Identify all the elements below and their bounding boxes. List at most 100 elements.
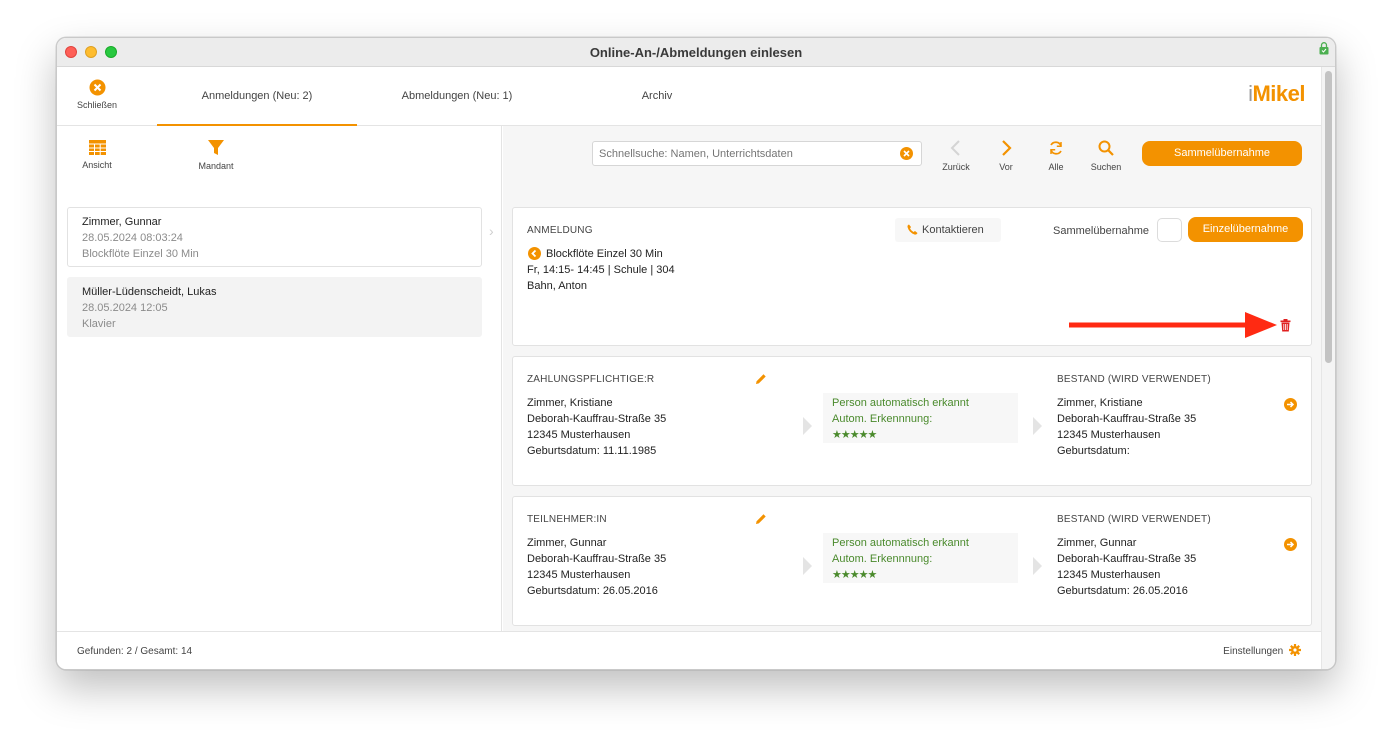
existing-heading: BESTAND (WIRD VERWENDET) <box>1057 514 1211 525</box>
entry-course: Klavier <box>82 318 116 330</box>
status-bar: Gefunden: 2 / Gesamt: 14 Einstellungen <box>57 631 1323 669</box>
existing-name: Zimmer, Kristiane <box>1057 397 1143 409</box>
chevron-left-icon <box>950 140 960 156</box>
mandant-button[interactable]: Mandant <box>195 140 237 171</box>
arrow-right-icon <box>803 557 812 575</box>
course-name: Blockflöte Einzel 30 Min <box>546 248 663 260</box>
search-button[interactable]: Suchen <box>1086 140 1126 172</box>
payer-heading: ZAHLUNGSPFLICHTIGE:R <box>527 374 655 385</box>
registration-list-pane: Ansicht Mandant Zimmer, Gunnar 28.05.202… <box>57 126 502 631</box>
tab-abmeldungen-label: Abmeldungen (Neu: 1) <box>401 90 513 102</box>
view-label: Ansicht <box>82 160 112 170</box>
list-item[interactable]: Zimmer, Gunnar 28.05.2024 08:03:24 Block… <box>67 207 482 267</box>
title-bar: Online-An-/Abmeldungen einlesen <box>57 38 1335 67</box>
existing-heading: BESTAND (WIRD VERWENDET) <box>1057 374 1211 385</box>
arrow-right-icon <box>1033 557 1042 575</box>
arrow-right-circle-icon[interactable] <box>1284 398 1297 411</box>
tab-archiv[interactable]: Archiv <box>557 67 757 126</box>
all-label: Alle <box>1048 162 1064 172</box>
registration-card: ANMELDUNG Kontaktieren Sammelübernahme E… <box>512 207 1312 346</box>
filter-icon <box>208 140 224 155</box>
all-button[interactable]: Alle <box>1036 140 1076 172</box>
existing-birthdate: Geburtsdatum: 26.05.2016 <box>1057 585 1188 597</box>
logo-text: Mikel <box>1252 81 1305 106</box>
grid-icon <box>88 140 106 155</box>
existing-birthdate: Geburtsdatum: <box>1057 445 1130 457</box>
refresh-icon <box>1050 141 1062 155</box>
imikel-logo: iMikel <box>1248 81 1305 107</box>
gear-icon <box>1289 644 1301 656</box>
arrow-left-circle-icon <box>528 247 541 260</box>
payer-name: Zimmer, Kristiane <box>527 397 613 409</box>
payer-city: 12345 Musterhausen <box>527 429 631 441</box>
tab-anmeldungen-label: Anmeldungen (Neu: 2) <box>201 90 313 102</box>
single-import-button[interactable]: Einzelübernahme <box>1188 217 1303 242</box>
trash-icon[interactable] <box>1280 319 1291 332</box>
chevron-right-icon <box>1002 140 1012 156</box>
phone-icon <box>907 224 918 235</box>
close-button[interactable]: Schließen <box>71 79 123 110</box>
existing-street: Deborah-Kauffrau-Straße 35 <box>1057 413 1197 425</box>
search-icon <box>1098 140 1114 156</box>
clear-search-icon[interactable] <box>900 147 913 160</box>
settings-button[interactable]: Einstellungen <box>1223 644 1301 657</box>
tab-abmeldungen[interactable]: Abmeldungen (Neu: 1) <box>357 67 557 126</box>
payer-card: ZAHLUNGSPFLICHTIGE:R Zimmer, Kristiane D… <box>512 356 1312 486</box>
existing-city: 12345 Musterhausen <box>1057 429 1161 441</box>
match-label: Autom. Erkennnung: <box>832 413 933 425</box>
participant-name: Zimmer, Gunnar <box>527 537 607 549</box>
arrow-right-icon <box>803 417 812 435</box>
back-button[interactable]: Zurück <box>936 140 976 172</box>
bulk-import-button[interactable]: Sammelübernahme <box>1142 141 1302 166</box>
back-label: Zurück <box>942 162 970 172</box>
search-input[interactable] <box>592 141 922 166</box>
status-count: Gefunden: 2 / Gesamt: 14 <box>77 646 193 657</box>
arrow-right-icon <box>1033 417 1042 435</box>
list-item[interactable]: Müller-Lüdenscheidt, Lukas 28.05.2024 12… <box>67 277 482 337</box>
participant-card: TEILNEHMER:IN Zimmer, Gunnar Deborah-Kau… <box>512 496 1312 626</box>
window-title: Online-An-/Abmeldungen einlesen <box>589 45 803 60</box>
match-status: Person automatisch erkannt <box>832 397 969 409</box>
course-teacher: Bahn, Anton <box>527 280 587 292</box>
existing-city: 12345 Musterhausen <box>1057 569 1161 581</box>
next-button[interactable]: Vor <box>986 140 1026 172</box>
view-button[interactable]: Ansicht <box>79 140 115 170</box>
settings-label: Einstellungen <box>1223 646 1284 657</box>
contact-button[interactable]: Kontaktieren <box>895 218 1001 242</box>
app-window: Online-An-/Abmeldungen einlesen Schließe… <box>56 37 1336 670</box>
entry-date: 28.05.2024 12:05 <box>82 302 168 314</box>
contact-label: Kontaktieren <box>922 224 984 236</box>
entry-name: Müller-Lüdenscheidt, Lukas <box>82 286 217 298</box>
lock-icon <box>1319 42 1329 55</box>
entry-course: Blockflöte Einzel 30 Min <box>82 248 199 260</box>
chevron-right-icon: › <box>489 223 494 239</box>
edit-pencil-icon[interactable] <box>755 513 767 525</box>
participant-heading: TEILNEHMER:IN <box>527 514 607 525</box>
search-label: Suchen <box>1090 162 1122 172</box>
payer-street: Deborah-Kauffrau-Straße 35 <box>527 413 667 425</box>
vertical-scrollbar[interactable] <box>1321 67 1335 669</box>
match-rating: ★★★★★ <box>832 569 877 581</box>
annotation-arrow <box>1069 312 1277 338</box>
scroll-thumb[interactable] <box>1325 71 1332 363</box>
payer-birthdate: Geburtsdatum: 11.11.1985 <box>527 445 657 457</box>
existing-street: Deborah-Kauffrau-Straße 35 <box>1057 553 1197 565</box>
match-label: Autom. Erkennnung: <box>832 553 933 565</box>
edit-pencil-icon[interactable] <box>755 373 767 385</box>
close-button-label: Schließen <box>76 100 118 110</box>
entry-date: 28.05.2024 08:03:24 <box>82 232 183 244</box>
registration-heading: ANMELDUNG <box>527 225 593 236</box>
close-circle-icon <box>89 79 105 96</box>
tab-anmeldungen[interactable]: Anmeldungen (Neu: 2) <box>157 67 357 126</box>
match-rating: ★★★★★ <box>832 429 877 441</box>
mandant-label: Mandant <box>198 161 234 171</box>
participant-city: 12345 Musterhausen <box>527 569 631 581</box>
entry-name: Zimmer, Gunnar <box>82 216 162 228</box>
top-toolbar: Schließen Anmeldungen (Neu: 2) Abmeldung… <box>57 67 1323 126</box>
participant-street: Deborah-Kauffrau-Straße 35 <box>527 553 667 565</box>
detail-pane: Zurück Vor Alle Suchen Sammelübernahme A… <box>503 126 1323 631</box>
bulk-select-checkbox[interactable] <box>1157 218 1182 242</box>
tab-archiv-label: Archiv <box>641 90 673 102</box>
next-label: Vor <box>999 162 1013 172</box>
arrow-right-circle-icon[interactable] <box>1284 538 1297 551</box>
